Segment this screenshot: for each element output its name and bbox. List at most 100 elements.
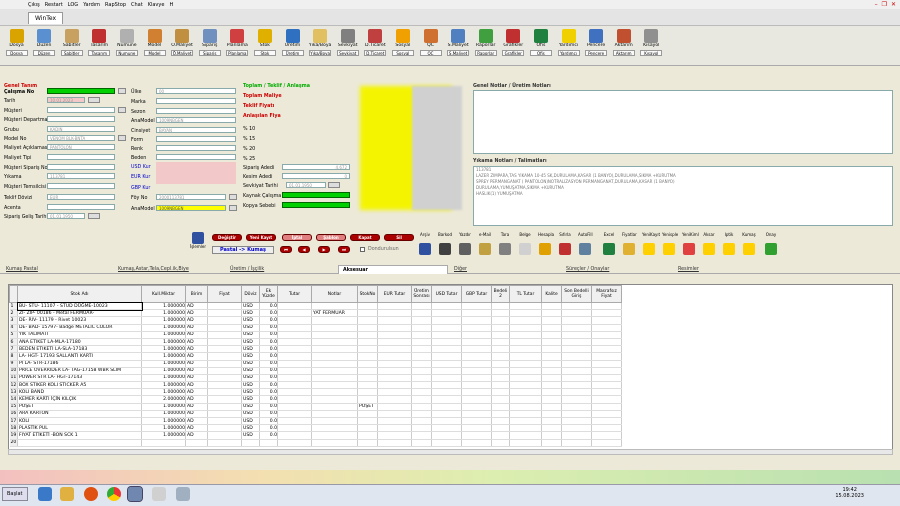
grid-cell[interactable] bbox=[561, 345, 592, 354]
grid-cell[interactable] bbox=[591, 417, 622, 426]
toolbar-dropdown[interactable]: Ofis bbox=[529, 50, 552, 56]
grid-cell[interactable] bbox=[411, 403, 432, 411]
toolbar-dosya-button[interactable]: Dosya Dosya bbox=[4, 28, 29, 64]
grid-cell[interactable] bbox=[509, 352, 542, 361]
table-row[interactable]: 2 ZI- ZIP- 00186 - Metal FERMUAR- 1.000000… bbox=[9, 309, 622, 318]
grid-cell[interactable]: 16 bbox=[9, 410, 18, 419]
grid-cell[interactable] bbox=[591, 395, 622, 404]
grid-cell[interactable] bbox=[411, 381, 432, 390]
grid-cell[interactable]: 0.0 bbox=[259, 360, 278, 368]
toolbar-dropdown[interactable]: Raporlar bbox=[474, 50, 497, 56]
grid-cell[interactable]: ZI- ZIP- 00186 - Metal FERMUAR- bbox=[17, 309, 142, 318]
grid-cell[interactable]: USD bbox=[241, 302, 260, 311]
grid-cell[interactable]: 19 bbox=[9, 431, 18, 440]
grid-cell[interactable] bbox=[431, 316, 462, 325]
toolbar-dropdown[interactable]: Stok bbox=[253, 50, 276, 56]
grid-cell[interactable]: AD bbox=[185, 331, 208, 339]
grid-col-header[interactable]: Döviz bbox=[241, 285, 260, 303]
grid-cell[interactable]: 8 bbox=[9, 352, 18, 361]
iconbtn-aksar-button[interactable]: Aksar bbox=[702, 232, 716, 258]
toolbar-dropdown[interactable]: QC bbox=[419, 50, 442, 56]
table-row[interactable]: 17 KOLI 1.000000 AD USD 0.0 bbox=[9, 417, 622, 426]
grid-cell[interactable] bbox=[509, 431, 542, 440]
toolbar-dropdown[interactable]: Düzen bbox=[33, 50, 56, 56]
sil-button[interactable]: Sil bbox=[384, 234, 414, 241]
grid-cell[interactable] bbox=[377, 410, 412, 419]
grid-cell[interactable] bbox=[277, 395, 312, 404]
toolbar-planlama-button[interactable]: Planlama Planlama bbox=[225, 28, 250, 64]
grid-cell[interactable] bbox=[357, 345, 378, 354]
grid-col-header[interactable]: Bedeli 2 bbox=[491, 285, 510, 303]
grid-cell[interactable] bbox=[431, 381, 462, 390]
grid-cell[interactable] bbox=[411, 388, 432, 397]
grid-cell[interactable] bbox=[207, 439, 242, 447]
toolbar-grafikler-button[interactable]: Grafikler Grafikler bbox=[501, 28, 526, 64]
grid-cell[interactable]: AD bbox=[185, 403, 208, 411]
grid-cell[interactable]: AD bbox=[185, 424, 208, 433]
app-icon[interactable] bbox=[152, 487, 166, 501]
tab-4[interactable]: Diğer bbox=[450, 265, 560, 274]
grid-cell[interactable]: DE- RIV- 11179 - Rivet 10023 bbox=[17, 316, 142, 325]
iconbtn-ar-iv-button[interactable]: Arşiv bbox=[418, 232, 432, 258]
grid-cell[interactable] bbox=[377, 417, 412, 426]
musteri-temsilci-field[interactable] bbox=[47, 183, 115, 189]
grid-cell[interactable] bbox=[461, 316, 492, 325]
grid-cell[interactable] bbox=[277, 331, 312, 339]
grid-col-header[interactable]: Masrafsız Fiyat bbox=[591, 285, 622, 303]
toolbar--retim-button[interactable]: Üretim Üretim bbox=[280, 28, 305, 64]
grid-cell[interactable] bbox=[207, 417, 242, 426]
grid-cell[interactable] bbox=[541, 324, 562, 332]
grid-cell[interactable]: YAT FERMUAR bbox=[311, 309, 358, 318]
ie-icon[interactable] bbox=[38, 487, 52, 501]
grid-cell[interactable] bbox=[509, 345, 542, 354]
grid-cell[interactable]: AD bbox=[185, 345, 208, 354]
grid-cell[interactable] bbox=[541, 338, 562, 347]
anamodel2-field[interactable]: 1009NBGEN bbox=[156, 205, 226, 211]
grid-cell[interactable] bbox=[311, 324, 358, 332]
grid-cell[interactable] bbox=[311, 439, 358, 447]
toolbar-sipari--button[interactable]: Sipariş Sipariş bbox=[197, 28, 222, 64]
grid-cell[interactable]: USD bbox=[241, 374, 260, 383]
grid-cell[interactable]: USD bbox=[241, 345, 260, 354]
grid-col-header[interactable] bbox=[9, 285, 18, 303]
tarih-field[interactable]: 10.01.2023 bbox=[47, 97, 85, 103]
minimize-icon[interactable]: – bbox=[875, 1, 878, 8]
grid-cell[interactable] bbox=[561, 331, 592, 339]
kapat-button[interactable]: Kapat bbox=[350, 234, 380, 241]
grid-cell[interactable] bbox=[561, 352, 592, 361]
sevkiyat-tarihi-field[interactable]: 01.01.1950 bbox=[286, 182, 326, 188]
musteri-dep-field[interactable] bbox=[47, 116, 115, 122]
grid-cell[interactable]: 1.000000 bbox=[141, 324, 186, 332]
grid-cell[interactable] bbox=[411, 410, 432, 419]
grid-cell[interactable] bbox=[277, 352, 312, 361]
grid-cell[interactable] bbox=[509, 309, 542, 318]
grid-cell[interactable]: 1.000000 bbox=[141, 302, 186, 311]
grid-cell[interactable] bbox=[311, 431, 358, 440]
beden-field[interactable] bbox=[156, 154, 236, 160]
grid-cell[interactable] bbox=[207, 324, 242, 332]
grid-col-header[interactable]: Son Bedelli Giriş bbox=[561, 285, 592, 303]
grid-cell[interactable] bbox=[17, 439, 142, 447]
grid-cell[interactable]: AD bbox=[185, 395, 208, 404]
grid-cell[interactable] bbox=[509, 324, 542, 332]
grid-cell[interactable] bbox=[431, 360, 462, 368]
grid-cell[interactable] bbox=[491, 331, 510, 339]
grid-cell[interactable]: KEMER KARTI İÇİN KILÇIK bbox=[17, 395, 142, 404]
grid-cell[interactable] bbox=[541, 403, 562, 411]
grid-cell[interactable] bbox=[411, 367, 432, 375]
grid-cell[interactable]: BU- STU- 11107 - STUD DÜĞME-10023 bbox=[16, 301, 143, 311]
grid-cell[interactable] bbox=[357, 324, 378, 332]
grid-cell[interactable]: 1.000000 bbox=[141, 417, 186, 426]
grid-cell[interactable] bbox=[377, 302, 412, 311]
table-row[interactable]: 19 FIYAT ETİKETİ -BON SCK 1 1.000000 AD USD 0… bbox=[9, 431, 622, 440]
toolbar-pencere-button[interactable]: Pencere Pencere bbox=[584, 28, 609, 64]
iconbtn-yazd-r-button[interactable]: Yazdır bbox=[458, 232, 472, 258]
grid-cell[interactable]: DE- BAD- 15797- Badge METALIC COLOR bbox=[17, 324, 142, 332]
grid-cell[interactable]: LA- HGT- 17193 SALLANTI KARTI bbox=[17, 352, 142, 361]
grid-cell[interactable] bbox=[277, 374, 312, 383]
toolbar-dropdown[interactable]: Sipariş bbox=[198, 50, 221, 56]
table-row[interactable]: 1 BU- STU- 11107 - STUD DÜĞME-10023 1.0000… bbox=[9, 301, 622, 311]
grid-cell[interactable] bbox=[509, 388, 542, 397]
grid-cell[interactable] bbox=[377, 309, 412, 318]
grid-cell[interactable]: 1.000000 bbox=[141, 431, 186, 440]
